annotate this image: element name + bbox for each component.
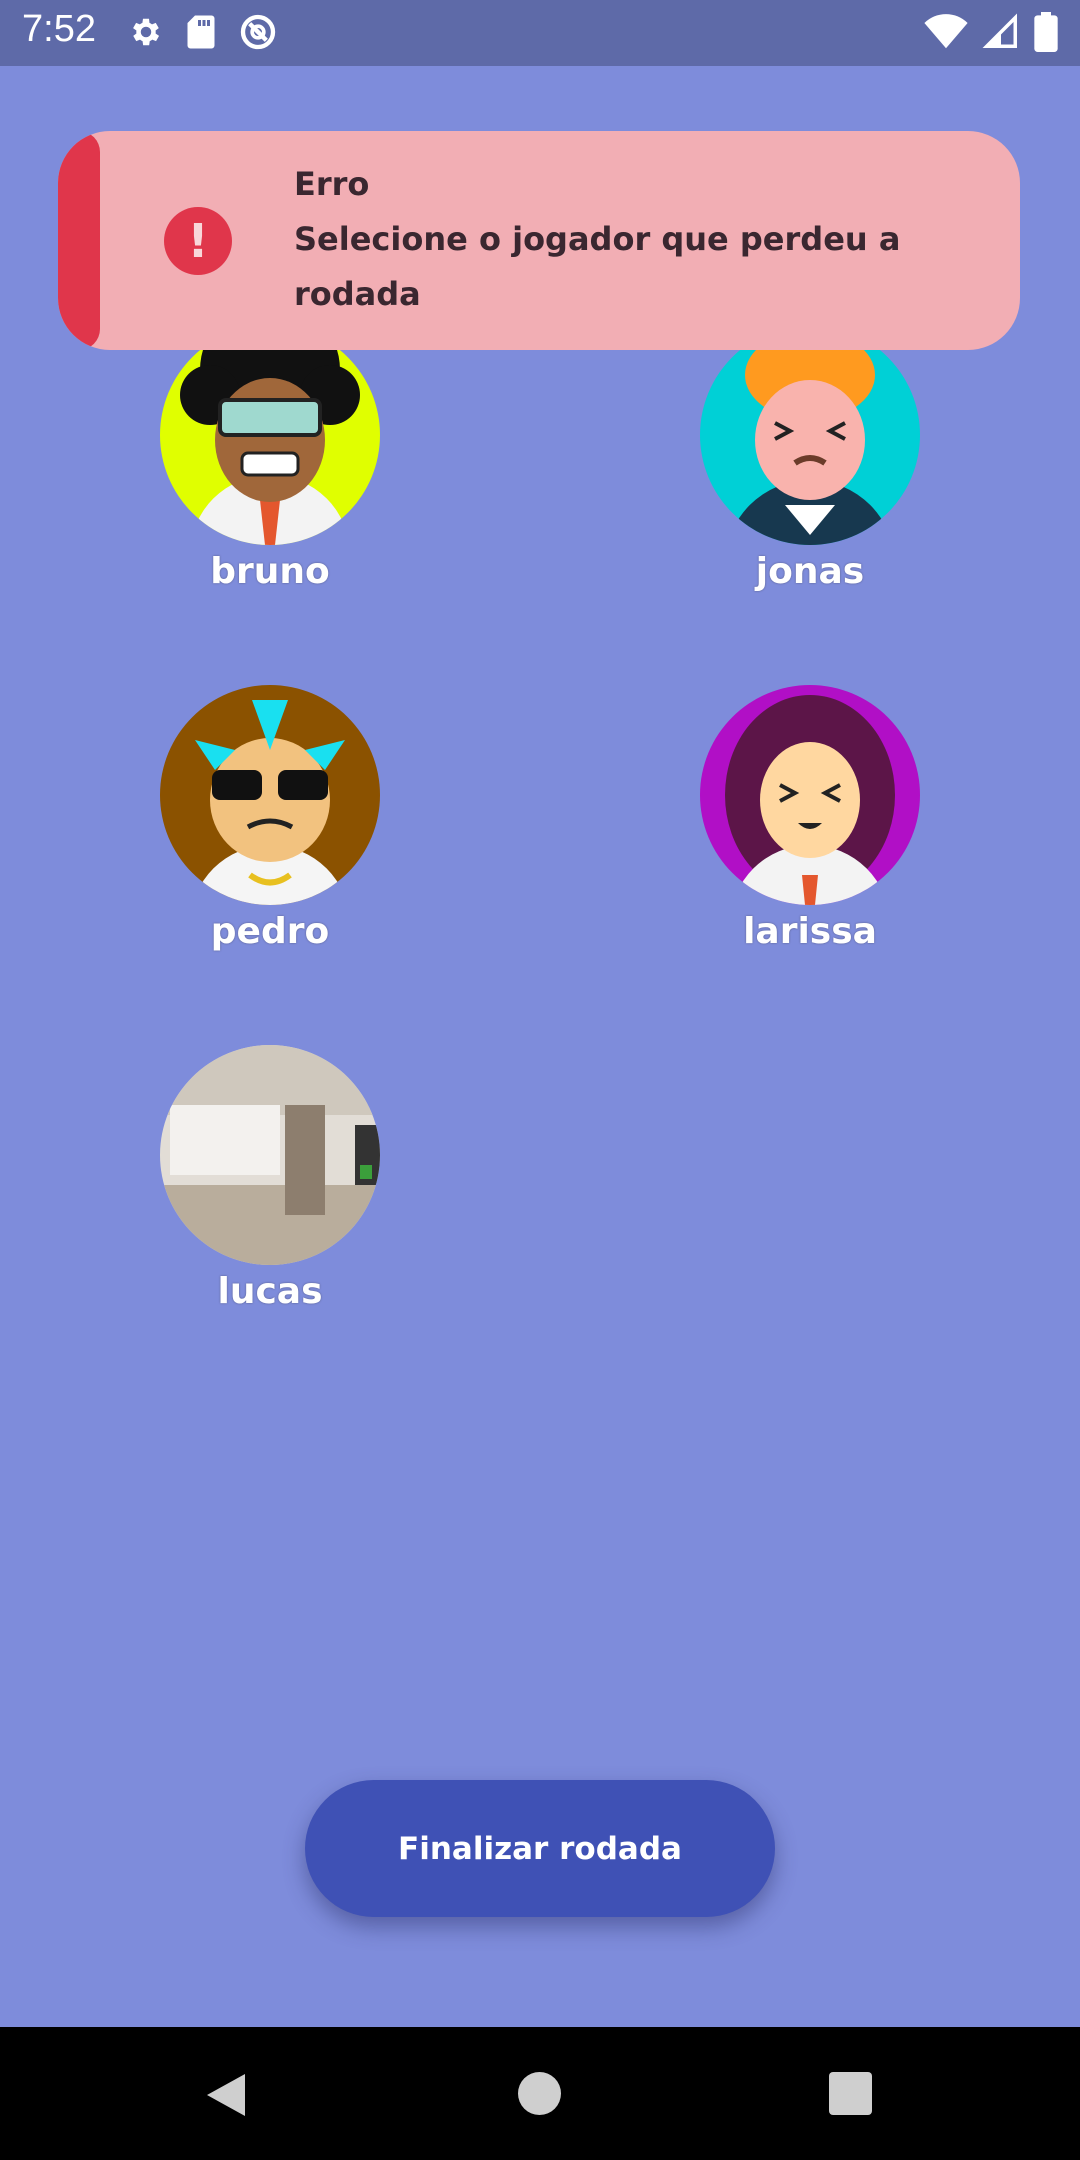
player-name: lucas bbox=[217, 1271, 323, 1312]
vpn-key-icon bbox=[238, 12, 278, 56]
toast-title: Erro bbox=[294, 165, 370, 203]
toast-accent-bar bbox=[58, 131, 100, 350]
navigation-bar bbox=[0, 2027, 1080, 2160]
mohawk-sunglasses-avatar bbox=[160, 685, 380, 905]
purple-hair-avatar bbox=[700, 685, 920, 905]
home-icon[interactable] bbox=[518, 2072, 561, 2115]
finish-round-button[interactable]: Finalizar rodada bbox=[305, 1780, 775, 1917]
gear-icon bbox=[128, 14, 164, 54]
error-icon: ! bbox=[164, 207, 232, 275]
error-toast[interactable]: ! Erro Selecione o jogador que perdeu a … bbox=[58, 131, 1020, 350]
battery-icon bbox=[1034, 12, 1058, 56]
player-card-larissa[interactable]: larissa bbox=[700, 685, 920, 952]
back-icon[interactable] bbox=[205, 2072, 247, 2122]
player-name: larissa bbox=[743, 911, 877, 952]
player-name: bruno bbox=[210, 551, 330, 592]
player-card-bruno[interactable]: bruno bbox=[160, 325, 380, 592]
player-card-lucas[interactable]: lucas bbox=[160, 1045, 380, 1312]
player-name: jonas bbox=[755, 551, 865, 592]
status-bar: 7:52 bbox=[0, 0, 1080, 66]
room-photo-avatar bbox=[160, 1045, 380, 1265]
player-card-jonas[interactable]: jonas bbox=[700, 325, 920, 592]
orange-hair-avatar bbox=[700, 325, 920, 545]
recents-icon[interactable] bbox=[829, 2072, 872, 2115]
afro-sunglasses-avatar bbox=[160, 325, 380, 545]
player-name: pedro bbox=[210, 911, 330, 952]
player-card-pedro[interactable]: pedro bbox=[160, 685, 380, 952]
sd-card-icon bbox=[186, 14, 216, 54]
toast-message: Selecione o jogador que perdeu a rodada bbox=[294, 220, 901, 313]
status-time: 7:52 bbox=[22, 8, 96, 50]
wifi-icon bbox=[924, 14, 968, 54]
signal-icon bbox=[982, 13, 1020, 55]
